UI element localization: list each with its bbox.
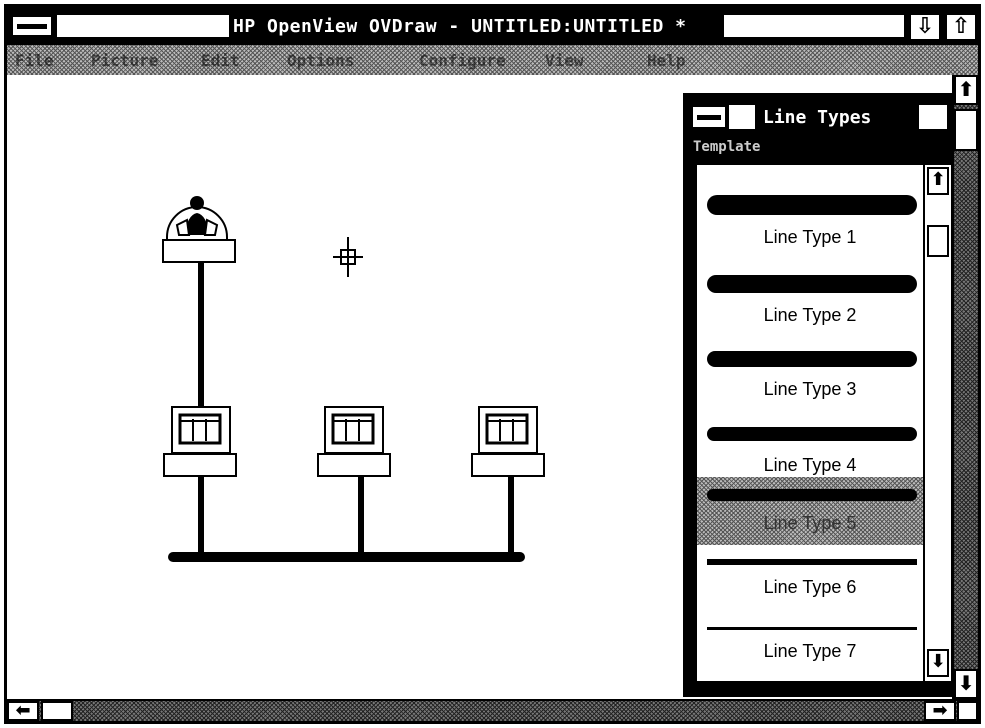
line-type-sample (707, 427, 917, 441)
line-type-label: Line Type 4 (763, 455, 857, 475)
scroll-right-button[interactable]: ➡ (924, 701, 956, 721)
palette-scroll-thumb[interactable] (927, 225, 949, 257)
line-type-list[interactable]: Line Type 1 Line Type 2 Line Type 3 Line… (697, 165, 923, 681)
horizontal-scroll-thumb[interactable] (41, 701, 73, 721)
line-type-sample (707, 275, 917, 293)
line-type-sample (707, 489, 917, 501)
app-window: HP OpenView OVDraw - UNTITLED:UNTITLED *… (4, 4, 981, 724)
line-type-item[interactable]: Line Type 4 (697, 397, 923, 475)
line-type-sample (707, 627, 917, 630)
maximize-button[interactable]: ⇧ (945, 13, 977, 41)
scroll-up-button[interactable]: ⬆ (954, 75, 978, 105)
menu-edit[interactable]: Edit (201, 51, 240, 70)
menu-file[interactable]: File (15, 51, 54, 70)
line-type-label: Line Type 5 (763, 513, 857, 533)
line-type-sample (707, 351, 917, 367)
palette-menu-template[interactable]: Template (693, 139, 760, 155)
line-type-item-selected[interactable]: Line Type 5 (697, 477, 923, 545)
palette-title-fill (919, 105, 947, 129)
line-types-palette: Line Types Template Line Type 1 Line Typ… (683, 93, 953, 697)
title-bar-fill (724, 15, 904, 37)
vertical-scrollbar[interactable]: ⬆ ⬇ (952, 75, 978, 699)
network-diagram (162, 196, 545, 562)
line-type-label: Line Type 7 (763, 641, 857, 661)
computer-node-icon[interactable] (471, 406, 545, 477)
menu-options[interactable]: Options (287, 51, 354, 70)
palette-title-bar[interactable]: Line Types (685, 95, 951, 135)
palette-scroll-down-button[interactable]: ⬇ (927, 649, 949, 677)
computer-node-icon[interactable] (163, 406, 237, 477)
vertical-scroll-thumb[interactable] (954, 109, 978, 151)
system-menu-icon (17, 24, 47, 29)
menu-view[interactable]: View (545, 51, 584, 70)
line-type-item[interactable]: Line Type 3 (697, 321, 923, 399)
line-type-item[interactable]: Line Type 7 (697, 613, 923, 681)
system-menu-icon (697, 115, 721, 120)
scroll-left-button[interactable]: ⬅ (7, 701, 39, 721)
horizontal-scrollbar[interactable]: ⬅ ➡ (7, 699, 978, 721)
palette-title-fill (729, 105, 755, 129)
scroll-down-button[interactable]: ⬇ (954, 669, 978, 699)
crosshair-cursor-icon (333, 237, 363, 277)
palette-menu-bar: Template (685, 135, 951, 161)
palette-scroll-up-button[interactable]: ⬆ (927, 167, 949, 195)
menu-configure[interactable]: Configure (419, 51, 506, 70)
menu-help[interactable]: Help (647, 51, 686, 70)
line-type-item[interactable]: Line Type 2 (697, 245, 923, 325)
palette-title: Line Types (763, 107, 872, 128)
line-type-sample (707, 559, 917, 565)
size-corner[interactable] (957, 701, 978, 721)
line-type-label: Line Type 6 (763, 577, 857, 597)
computer-node-icon[interactable] (317, 406, 391, 477)
window-title: HP OpenView OVDraw - UNTITLED:UNTITLED * (233, 16, 687, 37)
title-bar[interactable]: HP OpenView OVDraw - UNTITLED:UNTITLED *… (7, 7, 978, 45)
menu-bar: File Picture Edit Options Configure View… (7, 45, 978, 75)
line-type-item[interactable]: Line Type 1 (697, 165, 923, 247)
operator-icon[interactable] (162, 196, 236, 263)
palette-scrollbar[interactable]: ⬆ ⬇ (923, 165, 951, 681)
palette-system-menu-button[interactable] (691, 105, 727, 129)
title-bar-fill (57, 15, 229, 37)
minimize-button[interactable]: ⇩ (909, 13, 941, 41)
line-type-sample (707, 195, 917, 215)
system-menu-button[interactable] (11, 15, 53, 37)
line-type-item[interactable]: Line Type 6 (697, 545, 923, 613)
menu-picture[interactable]: Picture (91, 51, 158, 70)
